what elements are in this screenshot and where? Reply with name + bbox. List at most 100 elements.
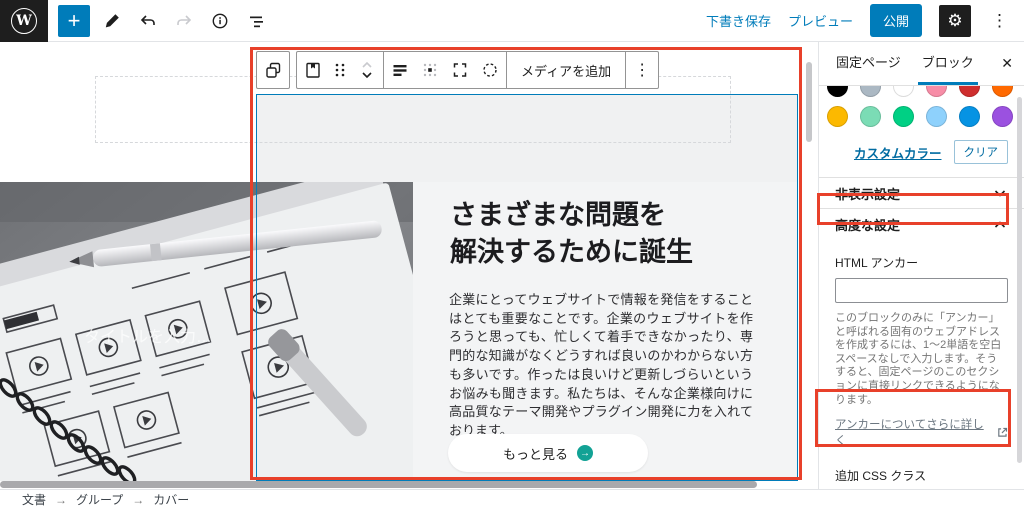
cover-block-button[interactable] [298,52,328,88]
drag-handle[interactable] [328,52,352,88]
html-anchor-label: HTML アンカー [835,254,1008,271]
cover-content-panel: さまざまな問題を 解決するために誕生 企業にとってウェブサイトで情報を発信をする… [413,182,798,481]
tab-block[interactable]: ブロック [918,52,978,85]
alignment-button[interactable] [385,52,415,88]
chevron-down-icon [992,185,1008,201]
content-position-button[interactable] [415,52,445,88]
undo-icon [138,11,158,31]
sidebar-tabs: 固定ページ ブロック ✕ [819,42,1024,86]
arrow-right-icon: → [577,445,593,461]
custom-color-link[interactable]: カスタムカラー [854,143,942,162]
palette-row-2 [827,106,1016,127]
anchor-docs-link-label: アンカーについてさらに詳しく [835,416,993,448]
block-mover-buttons[interactable] [352,52,382,88]
block-options-button[interactable]: ⋮ [627,52,657,88]
chevron-up-icon [992,217,1008,233]
block-switcher-icon [263,60,284,81]
list-view-icon [246,11,266,31]
html-anchor-input[interactable] [835,278,1008,303]
cover-block: タイトルを入力… さまざまな問題を 解決するために誕生 企業にとってウェブサイト… [0,182,798,481]
cover-block-icon [303,60,323,80]
redo-button[interactable] [170,7,198,35]
duotone-filter-button[interactable] [475,52,505,88]
color-swatch-orange[interactable] [992,86,1013,97]
breadcrumb-group[interactable]: グループ [76,491,123,508]
hidden-settings-label: 非表示設定 [835,184,900,203]
palette-row-1 [827,86,1016,97]
preview-button[interactable]: プレビュー [788,11,853,30]
color-swatch-gray[interactable] [860,86,881,97]
gear-icon: ⚙ [947,11,962,31]
color-swatch-purple[interactable] [992,106,1013,127]
color-swatch-amber[interactable] [827,106,848,127]
panel-hidden-settings[interactable]: 非表示設定 [819,178,1024,209]
color-palette: カスタムカラー クリア [819,86,1024,178]
anchor-docs-link[interactable]: アンカーについてさらに詳しく [835,416,1008,448]
move-up-down-icon [358,59,376,81]
editor-topbar: W + [0,0,1024,42]
topbar-actions: 下書き保存 プレビュー 公開 ⚙ ⋮ [706,4,1024,37]
breadcrumb-separator: → [132,493,144,507]
color-swatch-blue[interactable] [959,106,980,127]
settings-sidebar: 固定ページ ブロック ✕ カスタムカラー [818,42,1024,489]
add-media-button[interactable]: メディアを追加 [508,61,624,80]
horizontal-scrollbar[interactable] [0,481,757,488]
color-swatch-light-green[interactable] [860,106,881,127]
details-info-button[interactable] [206,7,234,35]
block-toolbar: メディアを追加 ⋮ [256,51,659,89]
position-matrix-icon [420,60,440,80]
options-menu-button[interactable]: ⋮ [988,11,1011,31]
color-swatch-pink[interactable] [926,86,947,97]
save-draft-button[interactable]: 下書き保存 [706,11,771,30]
pencil-icon [102,11,122,31]
kebab-icon: ⋮ [634,60,650,80]
breadcrumb-separator: → [55,493,67,507]
panel-advanced-settings[interactable]: 高度な設定 [819,209,1024,240]
full-height-toggle-button[interactable] [445,52,475,88]
close-sidebar-button[interactable]: ✕ [1001,55,1013,72]
wordpress-logo-button[interactable]: W [0,0,48,42]
more-button-label: もっと見る [503,444,568,463]
alignment-icon [390,60,410,80]
heading-line-2: 解決するために誕生 [450,234,693,271]
heading-line-1: さまざまな問題を [450,197,693,234]
clear-color-button[interactable]: クリア [954,140,1009,164]
color-swatch-red[interactable] [959,86,980,97]
redo-icon [174,11,194,31]
sidebar-scrollbar[interactable] [1017,97,1022,463]
tab-page[interactable]: 固定ページ [832,52,905,85]
color-swatch-white[interactable] [893,86,914,97]
block-breadcrumb: 文書 → グループ → カバー [0,489,1024,509]
cover-title-placeholder[interactable]: タイトルを入力… [84,323,212,347]
undo-button[interactable] [134,7,162,35]
color-swatch-green[interactable] [893,106,914,127]
duotone-icon [480,60,500,80]
list-view-button[interactable] [242,7,270,35]
edit-mode-pencil-button[interactable] [98,7,126,35]
wordpress-block-editor: W + [0,0,1024,509]
anchor-help-text: このブロックのみに「アンカー」と呼ばれる固有のウェブアドレスを作成するには、1〜… [835,312,1008,407]
wordpress-w-icon: W [11,8,37,34]
publish-button[interactable]: 公開 [870,4,922,37]
canvas-vertical-scrollbar[interactable] [806,62,812,142]
cover-heading[interactable]: さまざまな問題を 解決するために誕生 [450,197,693,271]
full-height-icon [450,60,470,80]
block-switcher-button[interactable] [258,52,288,88]
info-icon [210,11,230,31]
editor-canvas: メディアを追加 ⋮ [0,42,818,481]
drag-handle-icon [332,61,348,79]
breadcrumb-cover[interactable]: カバー [153,491,189,508]
breadcrumb-document[interactable]: 文書 [22,491,46,508]
more-button[interactable]: もっと見る → [448,434,648,472]
advanced-settings-panel: HTML アンカー このブロックのみに「アンカー」と呼ばれる固有のウェブアドレス… [819,240,1024,509]
kebab-icon: ⋮ [991,11,1008,30]
advanced-settings-label: 高度な設定 [835,215,900,234]
color-swatch-black[interactable] [827,86,848,97]
color-swatch-light-blue[interactable] [926,106,947,127]
cover-paragraph[interactable]: 企業にとってウェブサイトで情報を発信をすることはとても重要なことです。企業のウェ… [449,291,753,441]
settings-gear-button[interactable]: ⚙ [939,5,971,37]
external-link-icon [997,427,1008,438]
css-class-label: 追加 CSS クラス [835,467,1008,484]
cover-image[interactable]: タイトルを入力… [0,182,413,481]
block-inserter-button[interactable]: + [58,5,90,37]
